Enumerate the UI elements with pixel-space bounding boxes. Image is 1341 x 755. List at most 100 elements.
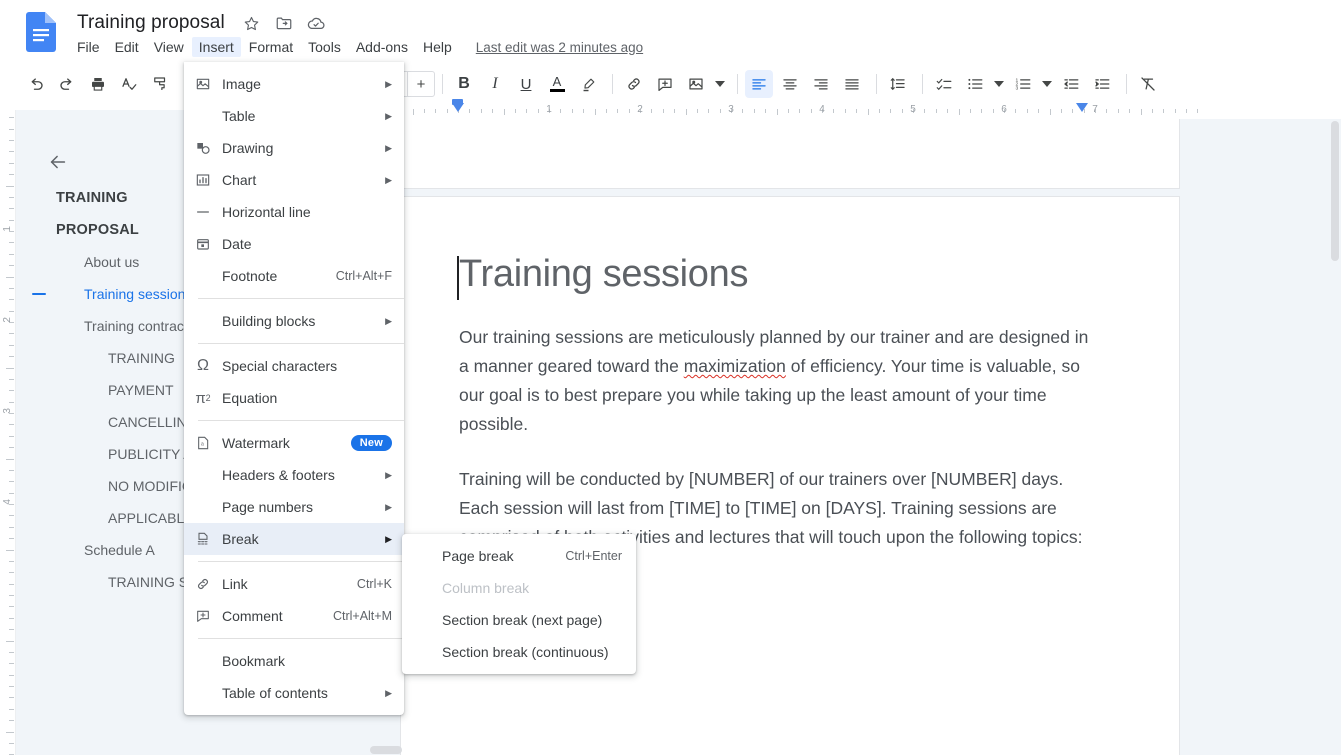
menu-item-date[interactable]: Date [184,228,404,260]
menu-item-comment[interactable]: Comment Ctrl+Alt+M [184,600,404,632]
bold-icon[interactable]: B [450,70,478,98]
menu-format[interactable]: Format [242,37,300,57]
chevron-right-icon: ▶ [385,142,392,153]
line-spacing-icon[interactable] [884,70,912,98]
bulleted-list-dropdown-icon[interactable] [992,70,1006,98]
vertical-ruler-number: 4 [2,499,13,505]
vertical-scrollbar[interactable] [1329,119,1341,755]
spelling-check-icon[interactable] [115,70,143,98]
google-docs-icon[interactable] [18,9,64,55]
menu-item-table-of-contents[interactable]: Table of contents ▶ [184,677,404,709]
right-indent-marker[interactable] [1076,103,1088,112]
menu-item-label: Comment [222,608,283,624]
left-indent-marker[interactable] [452,103,464,112]
ruler-tick [1038,109,1040,113]
menu-item-page-numbers[interactable]: Page numbers ▶ [184,491,404,523]
document-heading[interactable]: Training sessions [457,252,1089,300]
menu-addons[interactable]: Add-ons [349,37,415,57]
menu-item-break[interactable]: Break ▶ [184,523,404,555]
increase-font-icon[interactable]: + [408,72,434,96]
document-title[interactable]: Training proposal [74,11,228,35]
menu-item-headers-footers[interactable]: Headers & footers ▶ [184,459,404,491]
vertical-ruler-tick [9,378,14,380]
cloud-saved-icon[interactable] [304,11,328,35]
break-icon [184,523,222,555]
menu-item-chart[interactable]: Chart ▶ [184,164,404,196]
menu-item-equation[interactable]: π2 Equation [184,382,404,414]
menu-item-bookmark[interactable]: Bookmark [184,645,404,677]
vertical-ruler-tick [9,560,14,562]
menu-item-table[interactable]: Table ▶ [184,100,404,132]
align-center-icon[interactable] [776,70,804,98]
last-edit-status[interactable]: Last edit was 2 minutes ago [476,40,643,55]
vertical-ruler-number: 2 [2,317,13,323]
title-row: Training proposal [74,8,328,38]
break-submenu[interactable]: Page break Ctrl+Enter Column break Secti… [402,534,636,674]
insert-image-icon[interactable] [682,70,710,98]
vertical-ruler-tick [6,185,14,187]
vertical-ruler-tick [9,651,14,653]
menu-item-footnote[interactable]: Footnote Ctrl+Alt+F [184,260,404,292]
menu-view[interactable]: View [147,37,191,57]
vertical-ruler-tick [9,720,14,722]
paint-format-icon[interactable] [146,70,174,98]
align-justify-icon[interactable] [838,70,866,98]
ruler-tick [560,109,562,113]
highlight-color-icon[interactable] [574,70,602,98]
horizontal-scrollbar[interactable] [370,744,410,755]
image-dropdown-icon[interactable] [713,70,727,98]
add-comment-icon[interactable] [651,70,679,98]
misspelled-word[interactable]: maximization [684,356,786,376]
insert-menu-dropdown[interactable]: Image ▶ Table ▶ Drawing ▶ Chart ▶ Horizo… [184,62,404,715]
clear-formatting-icon[interactable] [1134,70,1162,98]
menu-item-special-characters[interactable]: Ω Special characters [184,350,404,382]
submenu-item-section-break-continuous[interactable]: Section break (continuous) [402,636,636,668]
arrow-back-icon[interactable] [40,144,76,180]
horizontal-ruler[interactable]: 1 2 3 4 5 6 7 [400,99,1200,119]
bulleted-list-icon[interactable] [961,70,989,98]
ruler-tick [753,109,755,113]
text-color-icon[interactable]: A [543,70,571,98]
increase-indent-icon[interactable] [1088,70,1116,98]
menu-item-horizontal-line[interactable]: Horizontal line [184,196,404,228]
horizontal-scrollbar-thumb[interactable] [370,746,402,754]
menu-item-building-blocks[interactable]: Building blocks ▶ [184,305,404,337]
menu-help[interactable]: Help [416,37,459,57]
star-icon[interactable] [240,11,264,35]
align-right-icon[interactable] [807,70,835,98]
vertical-ruler[interactable]: 1 2 3 4 [0,110,16,755]
vertical-ruler-tick [6,458,14,460]
align-left-icon[interactable] [745,70,773,98]
insert-link-icon[interactable] [620,70,648,98]
link-icon [184,568,222,600]
menu-item-drawing[interactable]: Drawing ▶ [184,132,404,164]
decrease-indent-icon[interactable] [1057,70,1085,98]
chevron-right-icon: ▶ [385,469,392,480]
vertical-ruler-tick [9,390,14,392]
numbered-list-dropdown-icon[interactable] [1040,70,1054,98]
menu-insert[interactable]: Insert [191,37,241,57]
menu-tools[interactable]: Tools [301,37,348,57]
building-blocks-icon-placeholder [184,305,222,337]
move-to-folder-icon[interactable] [272,11,296,35]
checklist-icon[interactable] [930,70,958,98]
vertical-scrollbar-thumb[interactable] [1331,121,1339,261]
table-icon-placeholder [184,100,222,132]
menu-edit[interactable]: Edit [108,37,146,57]
document-paragraph-1[interactable]: Our training sessions are meticulously p… [459,323,1089,439]
menu-item-watermark[interactable]: a Watermark New [184,427,404,459]
underline-icon[interactable]: U [512,70,540,98]
bookmark-icon-placeholder [184,645,222,677]
undo-icon[interactable] [22,70,50,98]
menu-item-link[interactable]: Link Ctrl+K [184,568,404,600]
redo-icon[interactable] [53,70,81,98]
menu-item-image[interactable]: Image ▶ [184,68,404,100]
submenu-item-label: Section break (continuous) [442,644,609,660]
submenu-item-page-break[interactable]: Page break Ctrl+Enter [402,540,636,572]
menu-file[interactable]: File [70,37,107,57]
submenu-item-section-break-next-page[interactable]: Section break (next page) [402,604,636,636]
print-icon[interactable] [84,70,112,98]
italic-icon[interactable]: I [481,70,509,98]
numbered-list-icon[interactable]: 1 2 3 [1009,70,1037,98]
menu-item-label: Horizontal line [222,204,311,220]
